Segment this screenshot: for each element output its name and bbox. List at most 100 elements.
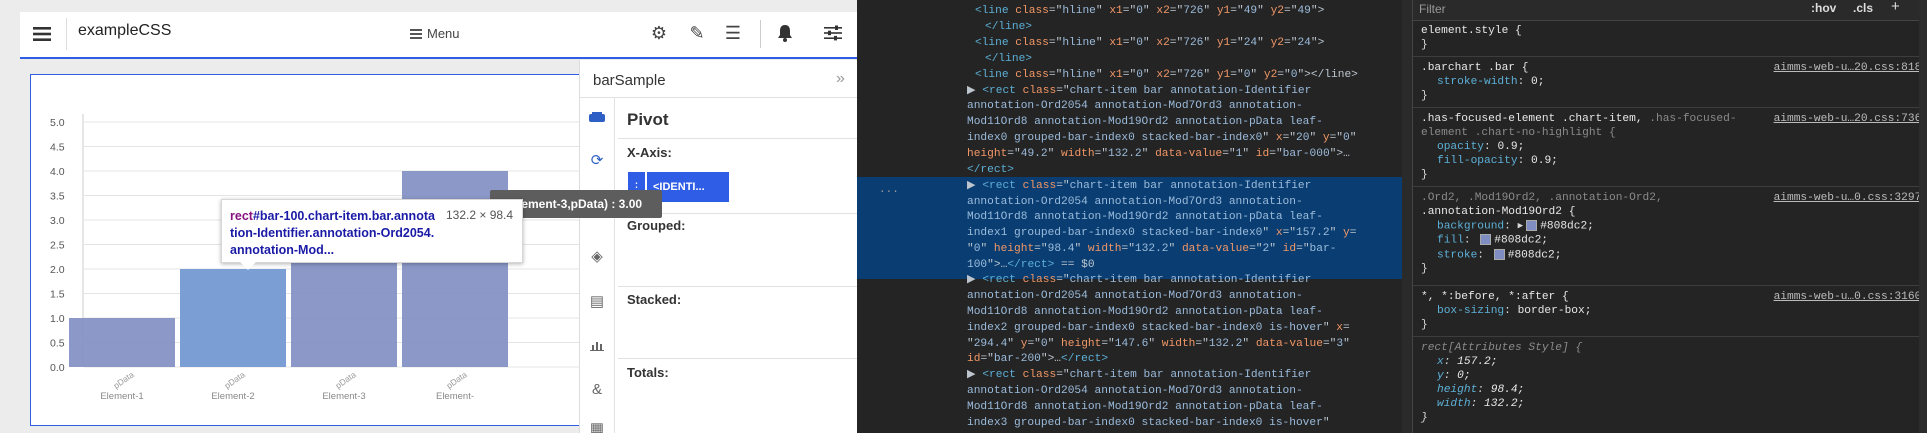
pivot-tab-icon[interactable] [587, 108, 607, 128]
filter-input[interactable]: Filter [1419, 2, 1446, 17]
y-tick-label: 2.0 [50, 264, 65, 276]
y-tick-label: 0.5 [50, 338, 65, 350]
elements-tree-line[interactable]: <line class="hline" x1="0" x2="726" y1="… [975, 4, 1324, 20]
rule-source-link[interactable]: aimms-web-u…0.css:32979 [1774, 192, 1927, 206]
elements-tree-line[interactable]: ▶ <rect class="chart-item bar annotation… [967, 368, 1311, 384]
tooltip-dimensions: 132.2 × 98.4 [446, 208, 514, 222]
style-rule-barchart: .barchart .bar { aimms-web-u…20.css:8184… [1421, 62, 1927, 102]
x-tick-label: Element-2 [211, 391, 254, 402]
series-tick-label: pData [333, 369, 358, 390]
y-tick-label: 3.5 [50, 191, 65, 203]
elements-tree-line[interactable]: height="49.2" width="132.2" data-value="… [967, 147, 1350, 163]
hamburger-icon[interactable] [30, 22, 54, 46]
menu-button[interactable]: Menu [410, 26, 460, 41]
tooltip-tag: rect [230, 209, 253, 223]
elements-tree-line[interactable]: Mod11Ord8 annotation-Mod19Ord2 annotatio… [967, 210, 1323, 226]
x-tick-label: Element-3 [322, 391, 365, 402]
refresh-icon[interactable]: ⟳ [587, 150, 607, 170]
style-rule-box-sizing: *, *:before, *:after { aimms-web-u…0.css… [1421, 291, 1927, 331]
y-tick-label: 5.0 [50, 117, 65, 129]
y-tick-label: 3.0 [50, 215, 65, 227]
series-tick-label: pData [444, 369, 469, 390]
devtools-panel: ... <line class="hline" x1="0" x2="726" … [857, 0, 1927, 433]
elements-tree-line[interactable]: </line> [985, 20, 1032, 36]
elements-tree-line[interactable]: </line> [985, 52, 1032, 68]
elements-tree-line[interactable]: Mod11Ord8 annotation-Mod19Ord2 annotatio… [967, 305, 1323, 321]
totals-label: Totals: [627, 365, 669, 380]
grouped-label: Grouped: [627, 218, 686, 233]
elements-tree-line[interactable]: index0 grouped-bar-index0 stacked-bar-in… [967, 131, 1356, 147]
document-icon[interactable]: ▤ [587, 291, 607, 311]
elements-tree-line[interactable]: Mod11Ord8 annotation-Mod19Ord2 annotatio… [967, 115, 1323, 131]
elements-tree-line[interactable]: annotation-Ord2054 annotation-Mod7Ord3 a… [967, 289, 1303, 305]
elements-tree[interactable]: ... <line class="hline" x1="0" x2="726" … [857, 0, 1402, 433]
elements-tree-line[interactable]: id="bar-200">…</rect> [967, 352, 1108, 368]
tooltip-arrow [240, 262, 256, 270]
header-divider [66, 18, 67, 50]
elements-tree-line[interactable]: <line class="hline" x1="0" x2="726" y1="… [975, 68, 1358, 84]
collapse-panel-icon[interactable]: » [836, 70, 845, 88]
rule-close: } [1421, 38, 1428, 51]
x-tick-label: Element- [436, 391, 474, 402]
elements-tree-line[interactable]: annotation-Ord2054 annotation-Mod7Ord3 a… [967, 99, 1303, 115]
elements-tree-line[interactable]: </rect> [967, 163, 1014, 179]
settings-gear-icon[interactable]: ⚙ [648, 22, 670, 44]
elements-tree-line[interactable]: 100">…</rect> == $0 [967, 258, 1095, 274]
bar[interactable] [180, 269, 286, 367]
scrollbar[interactable] [1919, 0, 1927, 433]
style-rule-mod19ord2: .Ord2, .Mod19Ord2, .annotation-Ord2, aim… [1421, 192, 1927, 275]
edit-pencil-icon[interactable]: ✎ [686, 22, 708, 44]
rule-source-link[interactable]: aimms-web-u…0.css:31603 [1774, 291, 1927, 305]
rule-source-link[interactable]: aimms-web-u…20.css:8184 [1774, 62, 1927, 76]
pivot-title: Pivot [627, 110, 669, 129]
rule-selector: element.style { [1421, 25, 1522, 37]
y-tick-label: 0.0 [50, 362, 65, 374]
x-tick-label: Element-1 [100, 391, 143, 402]
bell-icon[interactable] [774, 22, 796, 44]
elements-tree-line[interactable]: ▶ <rect class="chart-item bar annotation… [967, 273, 1311, 289]
elements-tree-line[interactable]: annotation-Ord2054 annotation-Mod7Ord3 a… [967, 195, 1303, 211]
section-divider [618, 286, 857, 287]
sliders-icon[interactable] [822, 22, 844, 44]
cls-toggle[interactable]: .cls [1853, 1, 1873, 16]
y-tick-label: 4.0 [50, 166, 65, 178]
widget-options-panel: barSample » ⟳ ◈ ▤ & ▦ Pivot X-Axis: ⋮ <I… [579, 60, 857, 433]
elements-tree-line[interactable]: "294.4" y="0" height="147.6" width="132.… [967, 337, 1350, 353]
xaxis-label: X-Axis: [627, 145, 672, 160]
color-swatch [1526, 219, 1538, 231]
elements-tree-line[interactable]: Mod11Ord8 annotation-Mod19Ord2 annotatio… [967, 400, 1323, 416]
bar[interactable] [69, 318, 175, 367]
bar-chart-tab-icon[interactable] [587, 335, 607, 355]
elements-tree-line[interactable]: ▶ <rect class="chart-item bar annotation… [967, 179, 1311, 195]
list-icon[interactable]: ☰ [722, 22, 744, 44]
tooltip-selector: rect#bar-100.chart-item.bar.annotation-I… [230, 208, 438, 259]
inspect-element-tooltip: rect#bar-100.chart-item.bar.annotation-I… [221, 199, 523, 270]
color-swatch [1480, 234, 1492, 246]
elements-tree-line[interactable]: ▶ <rect class="chart-item bar annotation… [967, 84, 1311, 100]
stacked-label: Stacked: [627, 292, 682, 307]
gutter-ellipsis[interactable]: ... [879, 183, 899, 199]
ampersand-icon[interactable]: & [587, 379, 607, 399]
elements-tree-line[interactable]: <line class="hline" x1="0" x2="726" y1="… [975, 36, 1324, 52]
y-tick-label: 1.0 [50, 313, 65, 325]
series-tick-label: pData [111, 369, 136, 390]
style-rule-attributes: rect[Attributes Style] { x: 157.2; y: 0;… [1421, 342, 1583, 424]
elements-tree-line[interactable]: "0" height="98.4" width="132.2" data-val… [967, 242, 1336, 258]
elements-tree-line[interactable]: index2 grouped-bar-index0 stacked-bar-in… [967, 321, 1350, 337]
series-tick-label: pData [222, 369, 247, 390]
hov-toggle[interactable]: :hov [1811, 1, 1836, 16]
new-style-rule-button[interactable]: + [1891, 0, 1900, 14]
rule-source-link[interactable]: aimms-web-u…20.css:7363 [1774, 113, 1927, 127]
styles-filter-bar: Filter :hov .cls + [1413, 0, 1927, 21]
panel-icon-rail-border [614, 97, 615, 433]
elements-tree-line[interactable]: annotation-Ord2054 annotation-Mod7Ord3 a… [967, 384, 1303, 400]
panel-splitter[interactable] [1402, 0, 1412, 433]
elements-tree-line[interactable]: index1 grouped-bar-index0 stacked-bar-in… [967, 226, 1356, 242]
elements-tree-line[interactable]: index3 grouped-bar-index0 stacked-bar-in… [967, 416, 1330, 432]
y-tick-label: 1.5 [50, 289, 65, 301]
layers-icon[interactable]: ◈ [587, 246, 607, 266]
table-icon[interactable]: ▦ [587, 418, 607, 433]
app-window: exampleCSS Menu ⚙ ✎ ☰ 5.0 4.5 4.0 3.5 3.0 2.5… [0, 0, 857, 433]
y-tick-label: 4.5 [50, 142, 65, 154]
tooltip-selector-rest: #bar-100.chart-item.bar.annotation-Ident… [230, 209, 435, 257]
